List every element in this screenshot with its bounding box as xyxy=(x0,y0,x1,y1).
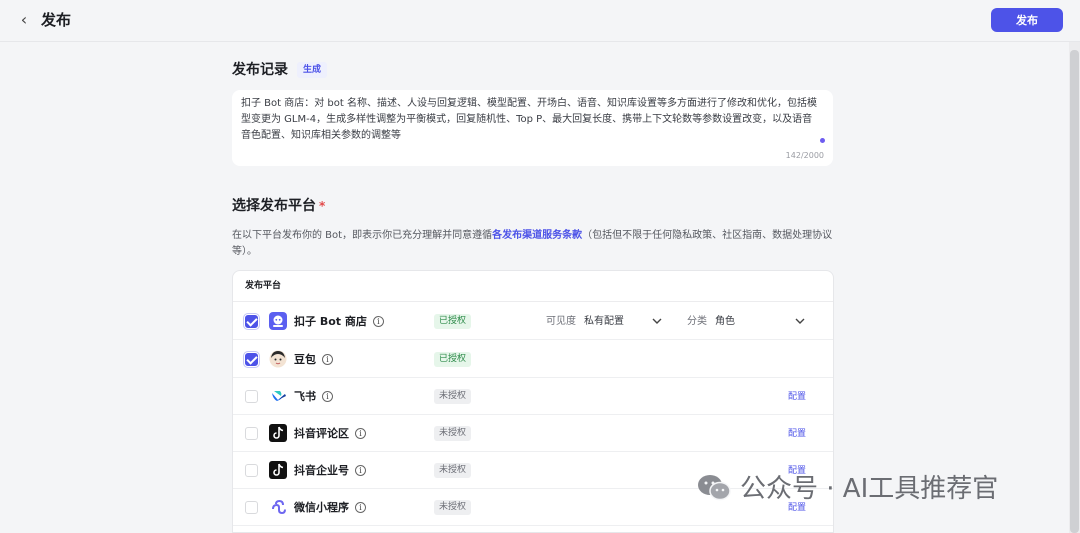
required-mark: * xyxy=(319,199,326,213)
back-arrow-icon[interactable]: ‹ xyxy=(16,11,32,29)
platform-name: 抖音企业号 i xyxy=(294,463,366,478)
table-row-doubao: 豆包 i 已授权 xyxy=(233,341,833,378)
status-badge: 未授权 xyxy=(434,426,472,441)
table-row-feishu: 飞书 i 未授权 配置 xyxy=(233,378,833,415)
watermark: 公众号 · AI工具推荐官 xyxy=(696,472,998,506)
checkbox-doubao[interactable] xyxy=(243,351,260,368)
douyin-icon xyxy=(269,461,287,479)
table-header: 发布平台 xyxy=(233,271,833,302)
checkbox-douyin-comments[interactable] xyxy=(245,427,258,440)
record-textarea[interactable]: 扣子 Bot 商店：对 bot 名称、描述、人设与回复逻辑、模型配置、开场白、语… xyxy=(232,90,833,166)
char-count: 142/2000 xyxy=(785,151,824,160)
table-row-douyin-comments: 抖音评论区 i 未授权 配置 xyxy=(233,415,833,452)
status-badge: 已授权 xyxy=(434,314,472,329)
platform-name: 微信小程序 i xyxy=(294,500,366,515)
desc-text-before: 在以下平台发布你的 Bot，即表示你已充分理解并同意遵循 xyxy=(232,230,493,241)
wechat-miniprogram-icon xyxy=(269,498,287,516)
category-value: 角色 xyxy=(715,316,735,327)
table-row-coze-store: 扣子 Bot 商店 i 已授权 可见度 私有配置 分类 角色 xyxy=(233,303,833,340)
category-select[interactable]: 分类 角色 xyxy=(679,310,813,333)
visibility-select[interactable]: 可见度 私有配置 xyxy=(538,310,670,333)
info-icon[interactable]: i xyxy=(372,316,384,327)
config-link[interactable]: 配置 xyxy=(788,427,806,441)
status-badge: 已授权 xyxy=(434,352,472,367)
generate-button[interactable]: 生成 xyxy=(297,62,328,78)
watermark-text: 公众号 · AI工具推荐官 xyxy=(740,474,999,504)
visibility-value: 私有配置 xyxy=(584,316,624,327)
checkbox-coze-store[interactable] xyxy=(243,313,260,330)
checkbox-wechat-miniprogram[interactable] xyxy=(245,501,258,514)
config-link[interactable]: 配置 xyxy=(788,390,806,404)
checkbox-douyin-enterprise[interactable] xyxy=(245,464,258,477)
platform-title-text: 选择发布平台 xyxy=(232,198,316,214)
service-terms-link[interactable]: 各发布渠道服务条款 xyxy=(492,230,582,241)
info-icon[interactable]: i xyxy=(355,428,366,439)
platform-name: 抖音评论区 i xyxy=(294,426,366,441)
info-icon[interactable]: i xyxy=(322,354,333,365)
platform-name: 豆包 i xyxy=(294,352,333,367)
chevron-down-icon xyxy=(652,310,662,342)
ai-indicator-dot xyxy=(820,138,825,143)
feishu-icon xyxy=(269,387,287,405)
record-text[interactable]: 扣子 Bot 商店：对 bot 名称、描述、人设与回复逻辑、模型配置、开场白、语… xyxy=(241,96,821,144)
checkbox-feishu[interactable] xyxy=(245,390,258,403)
doubao-avatar-icon xyxy=(269,350,287,368)
category-label: 分类 xyxy=(687,316,707,327)
wechat-logo-icon xyxy=(696,473,732,503)
page-title: 发布 xyxy=(41,11,72,29)
vertical-scrollbar[interactable] xyxy=(1069,42,1080,533)
status-badge: 未授权 xyxy=(434,389,472,404)
platform-name: 扣子 Bot 商店 i xyxy=(294,314,384,329)
scrollbar-thumb[interactable] xyxy=(1070,50,1079,533)
coze-store-icon xyxy=(269,312,287,330)
platform-section-title: 选择发布平台 * xyxy=(232,196,325,216)
visibility-label: 可见度 xyxy=(546,316,576,327)
chevron-down-icon xyxy=(795,310,805,342)
status-badge: 未授权 xyxy=(434,500,472,515)
douyin-icon xyxy=(269,424,287,442)
publish-button[interactable]: 发布 xyxy=(991,8,1063,32)
platform-description: 在以下平台发布你的 Bot，即表示你已充分理解并同意遵循各发布渠道服务条款（包括… xyxy=(232,228,834,260)
status-badge: 未授权 xyxy=(434,463,472,478)
platform-name: 飞书 i xyxy=(294,389,333,404)
record-section-title: 发布记录 xyxy=(232,62,288,78)
info-icon[interactable]: i xyxy=(355,465,366,476)
info-icon[interactable]: i xyxy=(355,502,366,513)
top-bar: ‹ 发布 发布 xyxy=(0,0,1080,42)
info-icon[interactable]: i xyxy=(322,391,333,402)
